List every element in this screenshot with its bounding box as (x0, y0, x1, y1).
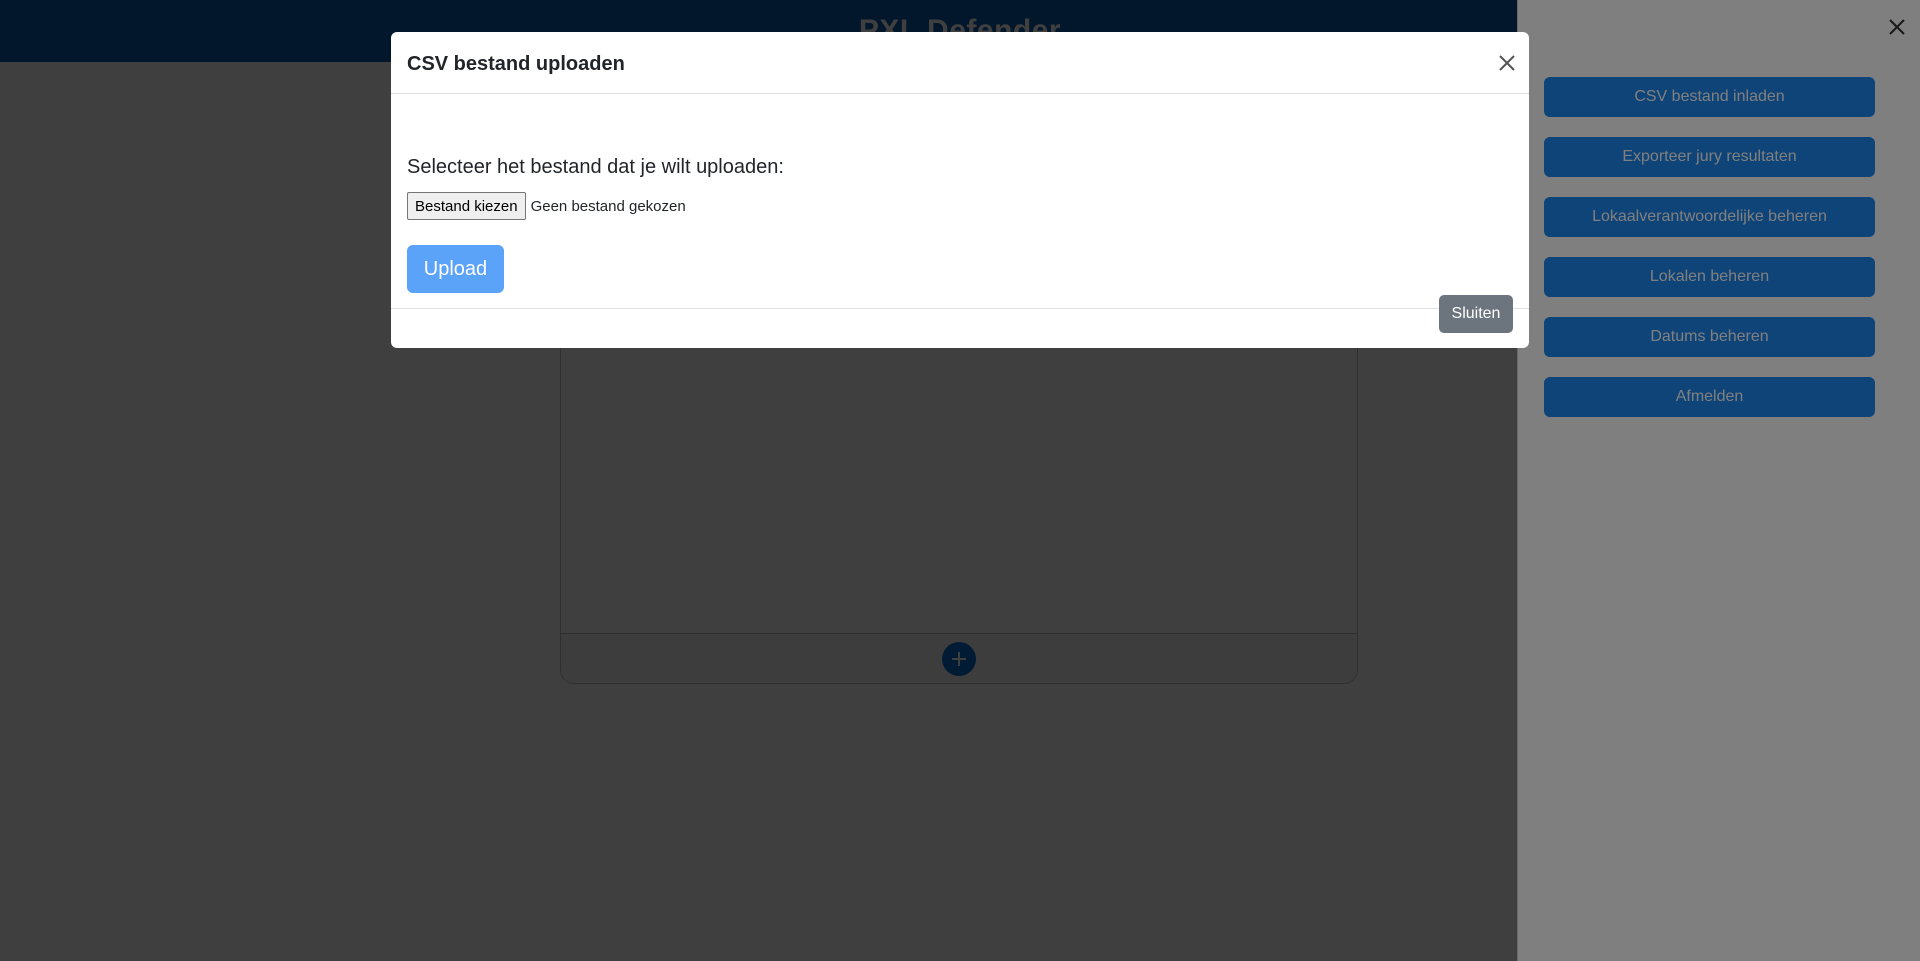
modal-header: CSV bestand uploaden (391, 32, 1529, 94)
close-modal-button[interactable]: Sluiten (1439, 295, 1513, 333)
file-select-label: Selecteer het bestand dat je wilt upload… (407, 156, 784, 178)
close-icon (1499, 55, 1515, 71)
upload-button[interactable]: Upload (407, 245, 504, 293)
modal-footer: Sluiten (391, 295, 1529, 348)
file-input[interactable]: Bestand kiezen Geen bestand gekozen (407, 192, 686, 220)
csv-upload-modal: CSV bestand uploaden Selecteer het besta… (391, 32, 1529, 348)
file-choose-button[interactable]: Bestand kiezen (407, 192, 526, 220)
file-status-text: Geen bestand gekozen (530, 197, 686, 215)
modal-close-button[interactable] (1494, 50, 1520, 76)
modal-body: Selecteer het bestand dat je wilt upload… (391, 94, 1529, 309)
modal-title: CSV bestand uploaden (407, 53, 625, 75)
app-root: PXL Defender CSV bestand inladen Exporte… (0, 0, 1920, 961)
